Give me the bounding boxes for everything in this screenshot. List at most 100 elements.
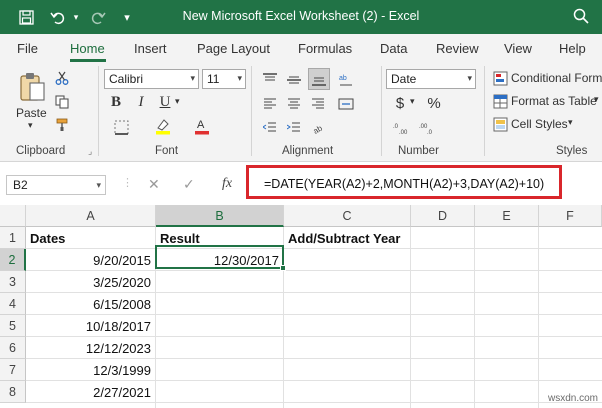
row-header-7[interactable]: 7: [0, 359, 26, 381]
svg-text:A: A: [197, 119, 205, 131]
font-group-label: Font: [155, 145, 179, 157]
clipboard-launcher-icon[interactable]: ⌟: [88, 146, 92, 157]
select-all-corner[interactable]: [0, 205, 26, 227]
row-header-1[interactable]: 1: [0, 227, 26, 249]
cell-c1[interactable]: Add/Subtract Year: [284, 227, 464, 249]
decrease-indent-icon[interactable]: [260, 118, 280, 138]
chevron-down-icon[interactable]: ▾: [568, 117, 573, 128]
format-as-table-button[interactable]: Format as Table: [511, 94, 597, 108]
row-header-3[interactable]: 3: [0, 271, 26, 293]
cell-a6[interactable]: 12/12/2023: [26, 337, 155, 359]
paste-icon[interactable]: [16, 70, 48, 104]
currency-button[interactable]: $: [392, 93, 408, 113]
formula-bar-grip-icon: ⋮: [122, 177, 133, 189]
underline-button[interactable]: U: [157, 93, 173, 111]
svg-text:ab: ab: [339, 75, 347, 82]
active-cell-border: [155, 245, 284, 269]
orientation-icon[interactable]: ab: [308, 118, 332, 138]
number-group-label: Number: [398, 145, 439, 157]
bold-button[interactable]: B: [108, 93, 124, 111]
highlight-color-icon[interactable]: [152, 116, 174, 136]
font-name-select[interactable]: Calibri ▾: [104, 69, 199, 89]
cut-icon[interactable]: [54, 70, 70, 86]
svg-text:.0: .0: [393, 124, 399, 130]
underline-dropdown-icon[interactable]: ▾: [175, 96, 180, 107]
window-title: New Microsoft Excel Worksheet (2) - Exce…: [182, 9, 420, 23]
tab-data[interactable]: Data: [380, 41, 407, 56]
cell-styles-icon[interactable]: [492, 116, 508, 132]
insert-function-icon[interactable]: fx: [222, 176, 232, 192]
copy-icon[interactable]: [54, 94, 70, 110]
column-header-f[interactable]: F: [539, 205, 602, 227]
cell-a8[interactable]: 2/27/2021: [26, 381, 155, 403]
group-divider: [251, 66, 252, 156]
tab-view[interactable]: View: [504, 41, 532, 56]
tab-help[interactable]: Help: [559, 41, 586, 56]
paste-dropdown-icon[interactable]: ▾: [28, 120, 33, 131]
percent-button[interactable]: %: [426, 93, 442, 113]
search-icon[interactable]: [572, 7, 592, 27]
cell-a7[interactable]: 12/3/1999: [26, 359, 155, 381]
format-painter-icon[interactable]: [54, 117, 70, 133]
paste-button[interactable]: Paste: [16, 106, 47, 120]
cell-a3[interactable]: 3/25/2020: [26, 271, 155, 293]
styles-group-label: Styles: [556, 145, 588, 157]
tab-home[interactable]: Home: [70, 41, 105, 56]
title-bar: ▾ ▾ New Microsoft Excel Worksheet (2) - …: [0, 0, 602, 34]
cell-styles-button[interactable]: Cell Styles: [511, 117, 568, 131]
cancel-icon[interactable]: ✕: [148, 176, 160, 193]
fill-handle[interactable]: [280, 265, 286, 271]
row-header-4[interactable]: 4: [0, 293, 26, 315]
align-top-icon[interactable]: [260, 70, 280, 90]
row-header-2[interactable]: 2: [0, 249, 26, 271]
tab-formulas[interactable]: Formulas: [298, 41, 352, 56]
tab-insert[interactable]: Insert: [134, 41, 167, 56]
align-middle-icon[interactable]: [284, 70, 304, 90]
chevron-down-icon: ▾: [467, 73, 472, 83]
font-color-icon[interactable]: A: [191, 116, 213, 136]
svg-text:.0: .0: [427, 130, 433, 135]
row-header-5[interactable]: 5: [0, 315, 26, 337]
svg-text:.00: .00: [399, 130, 408, 135]
column-header-b[interactable]: B: [156, 205, 284, 227]
increase-indent-icon[interactable]: [284, 118, 304, 138]
tab-page-layout[interactable]: Page Layout: [197, 41, 270, 56]
conditional-formatting-icon[interactable]: [492, 70, 508, 86]
number-format-select[interactable]: Date ▾: [386, 69, 476, 89]
align-center-icon[interactable]: [284, 94, 304, 114]
row-header-8[interactable]: 8: [0, 381, 26, 403]
chevron-down-icon: ▾: [237, 73, 242, 83]
cell-a1[interactable]: Dates: [26, 227, 155, 249]
conditional-formatting-button[interactable]: Conditional Form: [511, 71, 602, 85]
enter-icon[interactable]: ✓: [183, 176, 195, 193]
cell-a4[interactable]: 6/15/2008: [26, 293, 155, 315]
decrease-decimal-icon[interactable]: .00.0: [418, 118, 438, 138]
align-bottom-icon[interactable]: [308, 68, 330, 90]
italic-button[interactable]: I: [133, 93, 149, 111]
cell-a2[interactable]: 9/20/2015: [26, 249, 155, 271]
chevron-down-icon: ▾: [190, 73, 195, 83]
wrap-text-icon[interactable]: ab: [336, 70, 356, 90]
column-header-c[interactable]: C: [284, 205, 411, 227]
ribbon-tabs: File Home Insert Page Layout Formulas Da…: [0, 34, 602, 62]
group-divider: [98, 66, 99, 156]
name-box[interactable]: B2 ▾: [6, 175, 106, 195]
font-size-select[interactable]: 11 ▾: [202, 69, 246, 89]
increase-decimal-icon[interactable]: .0.00: [392, 118, 412, 138]
column-header-e[interactable]: E: [475, 205, 539, 227]
align-right-icon[interactable]: [308, 94, 328, 114]
chevron-down-icon[interactable]: ▾: [594, 94, 599, 105]
row-header-6[interactable]: 6: [0, 337, 26, 359]
tab-file[interactable]: File: [17, 41, 38, 56]
format-as-table-icon[interactable]: [492, 93, 508, 109]
cell-a5[interactable]: 10/18/2017: [26, 315, 155, 337]
group-divider: [484, 66, 485, 156]
borders-icon[interactable]: [108, 118, 134, 136]
merge-center-icon[interactable]: [336, 94, 356, 114]
currency-dropdown-icon[interactable]: ▾: [410, 96, 415, 107]
align-left-icon[interactable]: [260, 94, 280, 114]
formula-input[interactable]: =DATE(YEAR(A2)+2,MONTH(A2)+3,DAY(A2)+10): [264, 177, 544, 191]
column-header-d[interactable]: D: [411, 205, 475, 227]
tab-review[interactable]: Review: [436, 41, 479, 56]
column-header-a[interactable]: A: [26, 205, 156, 227]
